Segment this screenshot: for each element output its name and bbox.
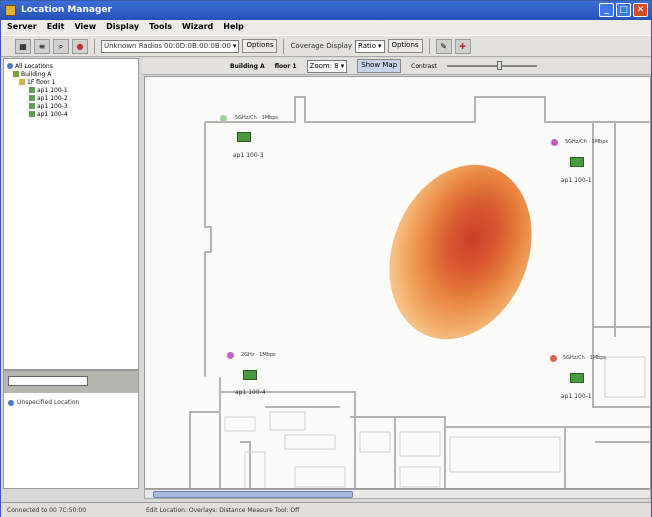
list-item[interactable]: Unspecified Location [4, 393, 138, 412]
edit-status: Edit Location: Overlays: Distance Measur… [146, 507, 300, 514]
filter-input[interactable] [8, 376, 88, 386]
ap-name-label: ap1 100-1 [561, 177, 592, 184]
tree-item-label: Building A [21, 70, 52, 78]
zoom-value: Zoom: 8 [309, 62, 339, 70]
toolbar: ▦ ≡ ⌕ ● Unknown Radios 00:0D:0B:00:0B:00… [1, 35, 651, 57]
slider-thumb[interactable] [496, 61, 502, 70]
ap-info-label: 5GHz/Ch · 1Mbps [565, 139, 609, 145]
title-bar: Location Manager _ □ ✕ [1, 1, 651, 20]
contrast-label: Contrast [411, 62, 437, 70]
coverage-combo[interactable]: Ratio ▾ [355, 39, 385, 53]
app-icon [5, 5, 16, 16]
maximize-button[interactable]: □ [616, 3, 631, 17]
access-point-icon[interactable] [570, 373, 584, 383]
minimize-button[interactable]: _ [599, 3, 614, 17]
controller-value: 00:0D:0B:00:0B:00 [164, 42, 231, 50]
ap-info-label: 5GHz/Ch · 1Mbps [235, 115, 279, 121]
options-button-2[interactable]: Options [387, 39, 423, 53]
access-point-icon [29, 111, 35, 117]
menu-server[interactable]: Server [7, 22, 37, 35]
location-icon [8, 399, 14, 406]
unplaced-panel: Unspecified Location [3, 370, 139, 489]
floor-plan-map[interactable]: 5GHz/Ch · 1Mbps ap1 100-3 5GHz/Ch · 1Mbp… [144, 76, 651, 489]
controller-combo[interactable]: Unknown Radios 00:0D:0B:00:0B:00 ▾ [101, 39, 240, 53]
access-point-icon [29, 87, 35, 93]
ap-name-label: ap1 100-3 [233, 152, 264, 159]
ap-status-dot [551, 139, 558, 146]
globe-icon [7, 63, 13, 69]
location-manager-window: Location Manager _ □ ✕ Server Edit View … [0, 0, 652, 517]
show-map-toggle[interactable]: Show Map [357, 59, 402, 73]
building-icon [13, 71, 19, 77]
tree-item-label: ap1 100-4 [37, 110, 68, 118]
chevron-down-icon: ▾ [378, 42, 382, 50]
tree-item[interactable]: All Locations [7, 62, 135, 70]
tree-item-label: ap1 100-3 [37, 102, 68, 110]
access-point-icon [29, 95, 35, 101]
ap-status-dot [220, 115, 227, 122]
list-icon[interactable]: ≡ [34, 38, 50, 54]
menu-display[interactable]: Display [106, 22, 139, 35]
coverage-label: Coverage Display [290, 42, 353, 50]
access-point-icon[interactable] [243, 370, 257, 380]
menu-bar: Server Edit View Display Tools Wizard He… [1, 20, 651, 35]
pin-icon[interactable]: ✚ [454, 38, 471, 54]
zoom-combo[interactable]: Zoom: 8 ▾ [306, 59, 348, 73]
tree-item[interactable]: Building A [7, 70, 135, 78]
list-item-label: Unspecified Location [17, 399, 80, 406]
menu-view[interactable]: View [74, 22, 96, 35]
menu-edit[interactable]: Edit [47, 22, 65, 35]
tree-item-label: ap1 100-2 [37, 94, 68, 102]
coverage-value: Ratio [358, 42, 377, 50]
chevron-down-icon: ▾ [232, 42, 237, 50]
ap-name-label: ap1 100-1 [561, 393, 592, 400]
filter-bar [4, 371, 138, 393]
grid-icon[interactable]: ▦ [15, 38, 31, 54]
controller-label: Unknown Radios [104, 42, 163, 50]
chevron-down-icon: ▾ [340, 62, 345, 70]
status-bar: Connected to 00 7C:50:00 Edit Location: … [1, 502, 651, 517]
pencil-icon[interactable]: ✎ [435, 38, 452, 54]
tree-item-label: ap1 100-1 [37, 86, 68, 94]
zoom-icon[interactable]: ⌕ [53, 38, 69, 54]
access-point-icon [29, 103, 35, 109]
horizontal-scrollbar[interactable] [144, 489, 651, 499]
record-icon[interactable]: ● [72, 38, 88, 54]
tree-item[interactable]: ap1 100-1 [7, 86, 135, 94]
ap-name-label: ap1 100-4 [235, 389, 266, 396]
tree-item-label: All Locations [15, 62, 53, 70]
window-title: Location Manager [21, 5, 112, 15]
floor-icon [19, 79, 25, 85]
tree-item[interactable]: ap1 100-2 [7, 94, 135, 102]
ap-status-dot [550, 355, 557, 362]
contrast-slider[interactable] [446, 61, 537, 70]
scroll-thumb[interactable] [153, 491, 353, 498]
toolbar-divider [94, 38, 95, 54]
close-button[interactable]: ✕ [633, 3, 648, 17]
toolbar-divider [428, 38, 430, 54]
options-button-1[interactable]: Options [242, 39, 278, 53]
menu-wizard[interactable]: Wizard [182, 22, 213, 35]
connection-status: Connected to 00 7C:50:00 [7, 507, 87, 514]
location-tree: All Locations Building A 1F floor 1 ap1 … [3, 58, 139, 370]
tree-item[interactable]: ap1 100-4 [7, 110, 135, 118]
toolbar-divider [283, 38, 285, 54]
menu-tools[interactable]: Tools [149, 22, 172, 35]
menu-help[interactable]: Help [223, 22, 244, 35]
ap-info-label: 2GHz · 1Mbps [241, 352, 276, 358]
map-toolbar: Building A floor 1 Zoom: 8 ▾ Show Map Con… [142, 58, 651, 75]
ap-status-dot [227, 352, 234, 359]
building-label: Building A [230, 62, 265, 70]
tree-item[interactable]: ap1 100-3 [7, 102, 135, 110]
access-point-icon[interactable] [570, 157, 584, 167]
tree-item-label: 1F floor 1 [27, 78, 56, 86]
tree-item[interactable]: 1F floor 1 [7, 78, 135, 86]
ap-info-label: 5GHz/Ch · 1Mbps [563, 355, 607, 361]
access-point-icon[interactable] [237, 132, 251, 142]
floor-label: floor 1 [274, 62, 297, 70]
